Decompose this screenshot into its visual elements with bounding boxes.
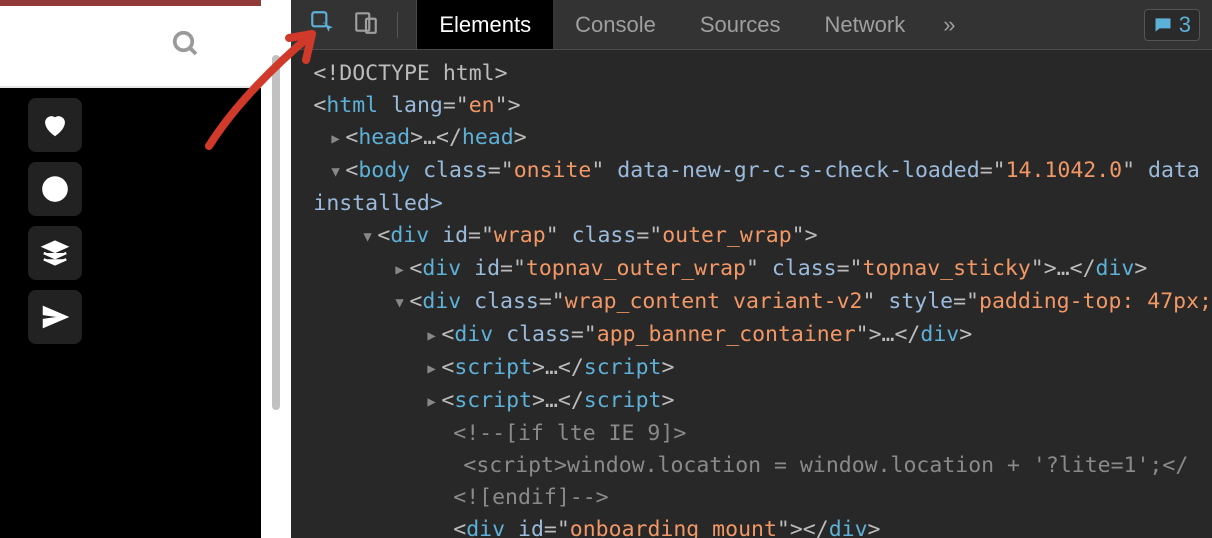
inspect-element-icon[interactable] [309, 9, 335, 40]
dom-line[interactable]: <html lang="en"> [313, 90, 1212, 122]
clock-icon[interactable] [28, 162, 82, 216]
heart-icon[interactable] [28, 98, 82, 152]
search-bar[interactable] [0, 6, 261, 88]
dom-line[interactable]: ▶<script>…</script> [313, 352, 1212, 385]
dom-line[interactable]: <!DOCTYPE html> [313, 58, 1212, 90]
tab-more[interactable]: » [927, 0, 971, 49]
tab-sources[interactable]: Sources [678, 0, 803, 49]
dom-line[interactable]: ▶<div id="topnav_outer_wrap" class="topn… [313, 253, 1212, 286]
devtools-panel: Elements Console Sources Network » 3 <!D… [291, 0, 1212, 538]
dom-line[interactable]: ▼<div id="wrap" class="outer_wrap"> [313, 220, 1212, 253]
chat-icon [1153, 15, 1173, 35]
devtools-tool-icons [291, 0, 417, 49]
app-left-panel [0, 0, 261, 538]
dom-line[interactable]: ▶<div class="app_banner_container">…</di… [313, 319, 1212, 352]
messages-badge[interactable]: 3 [1144, 9, 1200, 41]
dom-line[interactable]: ▼<body class="onsite" data-new-gr-c-s-ch… [313, 155, 1212, 188]
dom-line[interactable]: ▶<script>…</script> [313, 385, 1212, 418]
scroll-thumb[interactable] [272, 55, 280, 410]
dom-line-cont[interactable]: installed> [313, 188, 1212, 220]
devtools-tab-bar: Elements Console Sources Network » 3 [291, 0, 1212, 50]
dom-line[interactable]: ▼<div class="wrap_content variant-v2" st… [313, 286, 1212, 319]
device-toggle-icon[interactable] [353, 9, 379, 40]
dom-line[interactable]: <![endif]--> [313, 482, 1212, 514]
dom-tree[interactable]: <!DOCTYPE html> <html lang="en"> ▶<head>… [291, 50, 1212, 538]
dom-line[interactable]: <!--[if lte IE 9]> [313, 418, 1212, 450]
dom-line[interactable]: <div id="onboarding_mount"></div> [313, 514, 1212, 538]
scroll-gutter [261, 0, 291, 538]
stack-icon[interactable] [28, 226, 82, 280]
dom-line[interactable]: ▶<head>…</head> [313, 122, 1212, 155]
search-icon [171, 29, 201, 64]
doctype: <!DOCTYPE html> [313, 61, 507, 86]
dom-line[interactable]: <script>window.location = window.locatio… [313, 450, 1212, 482]
sidebar-icons [0, 88, 261, 354]
tab-elements[interactable]: Elements [417, 0, 553, 49]
messages-count: 3 [1179, 12, 1191, 38]
tab-separator [397, 12, 398, 38]
tab-network[interactable]: Network [803, 0, 928, 49]
tab-console[interactable]: Console [553, 0, 678, 49]
paper-plane-icon[interactable] [28, 290, 82, 344]
